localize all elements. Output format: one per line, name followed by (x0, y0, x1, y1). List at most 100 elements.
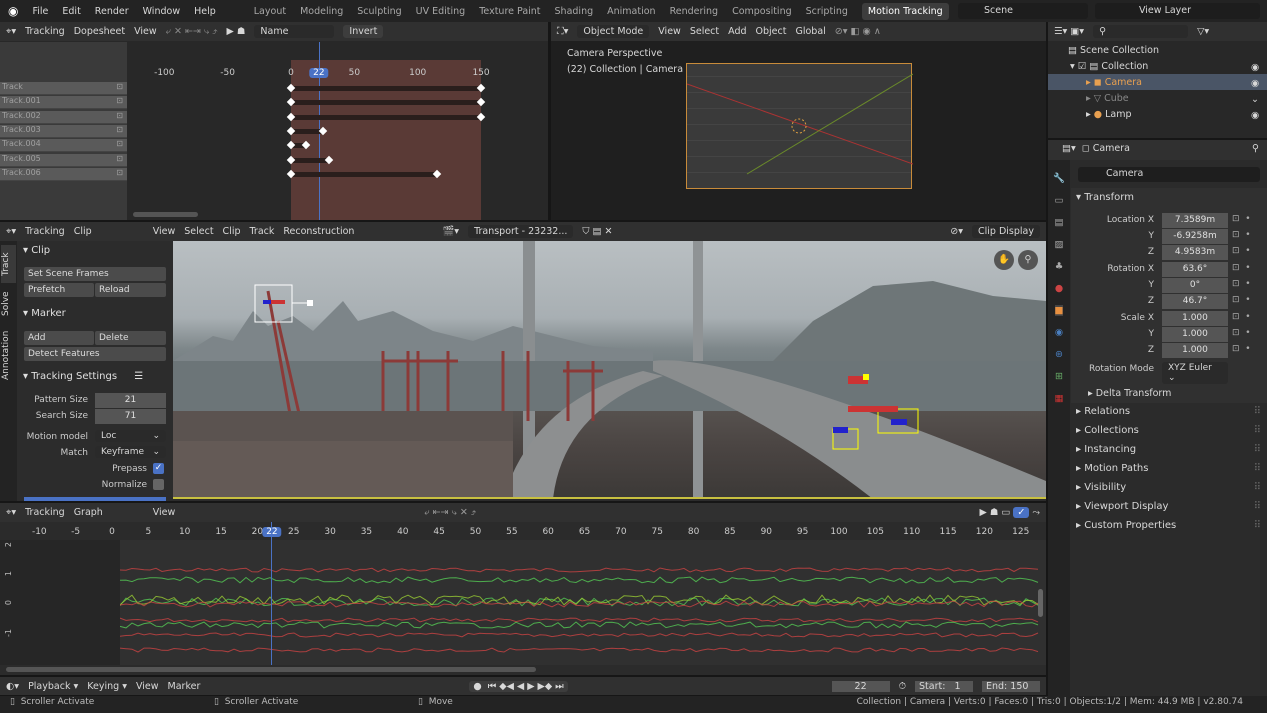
section-custom-properties[interactable]: ▸ Custom Properties ⠿ (1076, 520, 1261, 531)
graph-view-dropdown[interactable]: Graph (74, 507, 144, 518)
track-channel[interactable]: Track.004 ⊡ (0, 139, 127, 153)
section-motion-paths[interactable]: ▸ Motion Paths ⠿ (1076, 463, 1261, 474)
rotation-y-field[interactable]: 0° (1162, 278, 1228, 293)
lock-icon[interactable]: ⊡ • (1232, 246, 1251, 256)
tab-annotation[interactable]: Annotation (1, 327, 16, 383)
track-buttons-row[interactable] (24, 497, 166, 501)
scale-x-field[interactable]: 1.000 (1162, 311, 1228, 326)
motion-curve[interactable] (119, 617, 1039, 623)
tracking-mode-dropdown[interactable]: Tracking (25, 26, 65, 37)
blender-logo-icon[interactable]: ◉ (8, 4, 18, 18)
presets-list-icon[interactable]: ☰ (134, 371, 143, 382)
horizontal-scrollbar[interactable] (6, 667, 536, 672)
link-icon[interactable]: ⊘▾ (950, 226, 963, 237)
select-menu[interactable]: Select (690, 26, 719, 37)
tab-rendering[interactable]: Rendering (670, 6, 719, 17)
location-x-field[interactable]: 7.3589m (1162, 213, 1228, 228)
editor-type-icon[interactable]: ⛶▾ (557, 26, 568, 37)
pan-hand-icon[interactable]: ✋ (994, 250, 1014, 270)
stopwatch-icon[interactable]: ⏱ (899, 681, 906, 692)
outliner-item-collection[interactable]: ▾ ☑ ▤ Collection (1070, 61, 1148, 72)
3d-viewport[interactable]: ⛶▾ Object Mode View Select Add Object Gl… (551, 22, 1046, 220)
scale-z-field[interactable]: 1.000 (1162, 343, 1228, 358)
object-menu[interactable]: Object (756, 26, 787, 37)
visibility-eye-icons[interactable]: ◉ ◉ ⌄ ◉ (1251, 60, 1259, 124)
clip-panel-header[interactable]: ▾ Clip (17, 245, 170, 256)
view-menu[interactable]: View (153, 507, 176, 518)
clip-name-field[interactable]: Transport - 23232... (468, 225, 574, 238)
display-filter-icons[interactable]: ▶ ☗ ▭ ✓ ⤳ (980, 507, 1040, 518)
zoom-icon[interactable]: ⚲ (1018, 250, 1038, 270)
motion-curve[interactable] (119, 632, 1039, 638)
lock-icon[interactable]: ⊡ (116, 154, 123, 163)
vertical-scrollbar[interactable] (1038, 589, 1043, 617)
track-channel[interactable]: Track ⊡ (0, 82, 127, 95)
track-menu[interactable]: Track (250, 226, 275, 237)
outliner-item-camera[interactable]: ▸ ◼ Camera (1048, 74, 1267, 90)
current-frame-indicator[interactable]: 22 (262, 527, 282, 537)
normalize-checkbox[interactable] (153, 479, 164, 490)
playback-controls[interactable]: ● ⏮ ◆◀ ◀ ▶ ▶◆ ⏭ (469, 680, 568, 692)
tab-motion-tracking[interactable]: Motion Tracking (861, 2, 949, 20)
orientation-dropdown[interactable]: Global (795, 26, 825, 37)
prefetch-button[interactable]: Prefetch (24, 283, 94, 297)
view-layer-selector[interactable]: View Layer (1095, 3, 1260, 19)
end-frame-field[interactable]: End: 150 (982, 680, 1040, 692)
section-relations[interactable]: ▸ Relations ⠿ (1076, 406, 1261, 417)
editor-type-icon[interactable]: ⌖▾ (6, 226, 16, 237)
track-segment[interactable] (291, 114, 482, 120)
lock-icon[interactable]: ⊡ • (1232, 230, 1251, 240)
tracking-mode-dropdown[interactable]: Tracking (25, 226, 65, 237)
tab-modeling[interactable]: Modeling (300, 6, 343, 17)
view-type-dropdown[interactable]: Dopesheet (74, 26, 125, 37)
tab-layout[interactable]: Layout (254, 6, 286, 17)
editor-type-icon[interactable]: ⌖▾ (6, 26, 16, 37)
lock-icon[interactable]: ⊡ • (1232, 344, 1251, 354)
motion-model-dropdown[interactable]: Loc ⌄ (95, 430, 166, 442)
add-marker-button[interactable]: Add (24, 331, 94, 345)
current-frame-indicator[interactable]: 22 (309, 68, 329, 78)
pattern-size-field[interactable]: 21 (95, 393, 166, 408)
clip-browse-icon[interactable]: 🎬▾ (442, 226, 459, 237)
motion-curve[interactable] (119, 647, 1039, 653)
properties-tabs[interactable]: 🔧 ▭ ▤ ▨ ♣ ● ■ ◉ ⊛ ⊞ ▦ (1048, 160, 1070, 696)
tracking-settings-header[interactable]: ▾ Tracking Settings ☰ (17, 371, 170, 382)
section-instancing[interactable]: ▸ Instancing ⠿ (1076, 444, 1261, 455)
location-y-field[interactable]: -6.9258m (1162, 229, 1228, 244)
section-visibility[interactable]: ▸ Visibility ⠿ (1076, 482, 1261, 493)
delta-transform-header[interactable]: ▸ Delta Transform (1088, 388, 1171, 399)
lock-icon[interactable]: ⊡ • (1232, 263, 1251, 273)
outliner-item-cube[interactable]: ▸ ▽ Cube (1086, 93, 1129, 104)
tab-track[interactable]: Track (1, 245, 16, 283)
lock-icon[interactable]: ⊡ (116, 96, 123, 105)
marker-panel-header[interactable]: ▾ Marker (17, 308, 170, 319)
track-channel[interactable]: Track.002 ⊡ (0, 110, 127, 124)
clip-actions-icons[interactable]: ⛉ ▤ ✕ (582, 226, 612, 237)
graph-plot-area[interactable] (0, 540, 1046, 665)
track-segment[interactable] (291, 157, 329, 163)
tab-animation[interactable]: Animation (607, 6, 655, 17)
filter-icon[interactable]: ▽▾ (1197, 26, 1209, 37)
horizontal-scrollbar[interactable] (133, 212, 198, 217)
clip-footage[interactable] (173, 241, 1046, 499)
lock-icon[interactable]: ⊡ • (1232, 279, 1251, 289)
track-channel[interactable]: Track.006 ⊡ (0, 167, 127, 181)
reload-button[interactable]: Reload (95, 283, 166, 297)
current-frame-field[interactable]: 22 (831, 680, 890, 692)
editor-type-icon[interactable]: ◐▾ (6, 681, 19, 692)
clip-menu[interactable]: Clip (223, 226, 241, 237)
tab-texture-paint[interactable]: Texture Paint (479, 6, 540, 17)
playback-menu[interactable]: Playback ▾ (28, 681, 78, 692)
tab-compositing[interactable]: Compositing (732, 6, 792, 17)
outliner-item-lamp[interactable]: ▸ ● Lamp (1086, 109, 1132, 120)
start-frame-field[interactable]: Start: 1 (915, 680, 973, 692)
lock-icon[interactable]: ⊡ • (1232, 295, 1251, 305)
menu-edit[interactable]: Edit (62, 6, 80, 17)
scene-collection[interactable]: ▤ Scene Collection (1068, 45, 1159, 56)
track-channel[interactable]: Track.003 ⊡ (0, 124, 127, 138)
graph-tool-icons[interactable]: ⤶ ⇤⇥ ⤷ ✕ ⤴ (424, 507, 476, 518)
keying-menu[interactable]: Keying ▾ (87, 681, 127, 692)
motion-curve[interactable] (119, 567, 1039, 573)
transform-header[interactable]: ▾ Transform (1076, 192, 1134, 203)
tab-sculpting[interactable]: Sculpting (357, 6, 401, 17)
